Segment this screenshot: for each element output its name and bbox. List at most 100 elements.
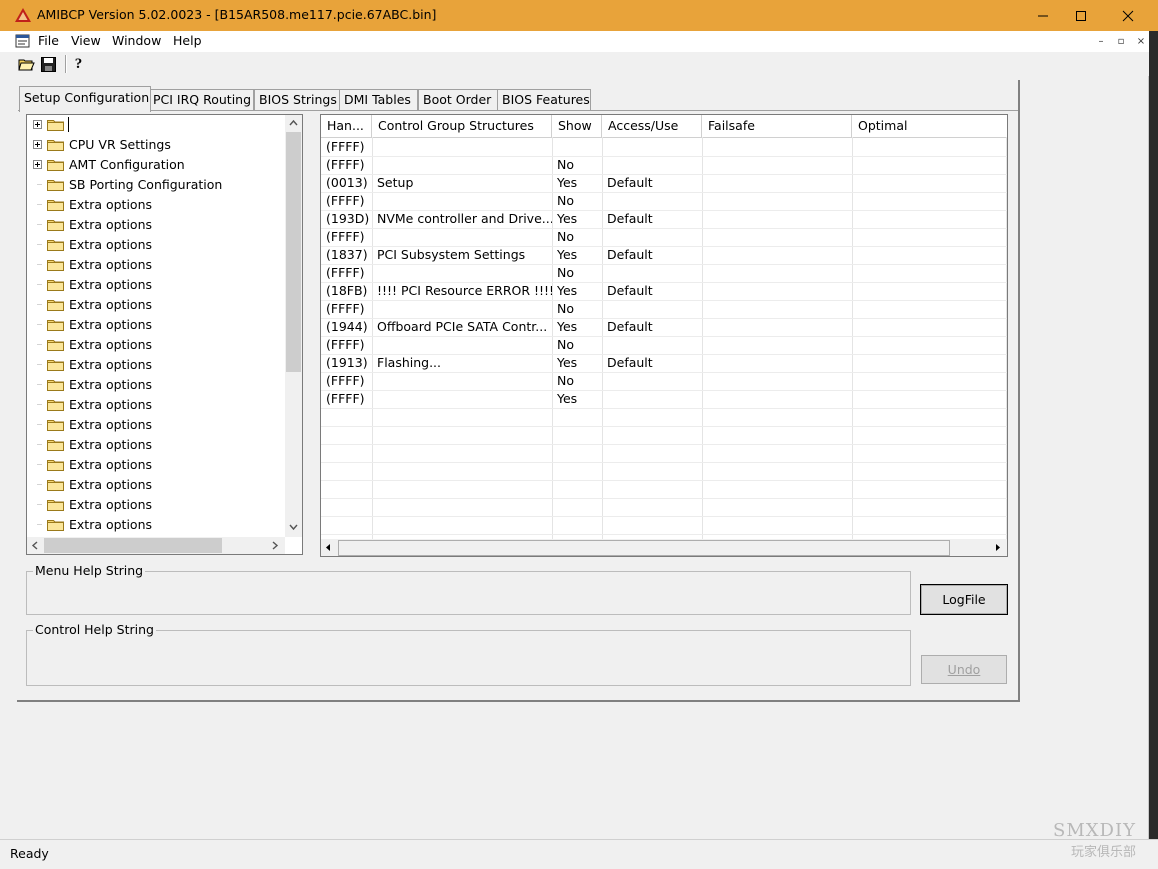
table-row[interactable]: (1837) PCI Subsystem Settings Yes Default [321,246,1007,265]
tree-item[interactable]: Extra options [27,495,285,515]
scroll-up-icon[interactable] [289,119,298,128]
scroll-left-icon[interactable] [324,543,333,552]
tab-dmi-tables[interactable]: DMI Tables [339,89,418,111]
cell-handle: (1913) [326,355,368,370]
mdi-minimize-button[interactable]: – [1094,35,1108,48]
column-header-optimal[interactable]: Optimal [852,115,1007,137]
menu-help[interactable]: Help [173,33,202,48]
tree-item[interactable]: Extra options [27,435,285,455]
tree-item[interactable]: Extra options [27,255,285,275]
cell-show: No [557,229,574,244]
save-button[interactable] [39,55,58,73]
table-row[interactable]: (FFFF) [321,138,1007,157]
expand-plus-icon[interactable] [33,140,42,149]
tab-boot-order[interactable]: Boot Order [418,89,499,111]
tree-item[interactable]: Extra options [27,455,285,475]
tree-item[interactable]: Extra options [27,275,285,295]
tree-item[interactable]: Extra options [27,395,285,415]
tab-setup-configuration[interactable]: Setup Configuration [19,86,151,112]
folder-icon [47,300,64,311]
column-header-handle[interactable]: Han... [321,115,372,137]
cell-failsafe [702,210,852,228]
table-row[interactable]: (FFFF) Yes [321,390,1007,409]
scroll-right-icon[interactable] [994,543,1003,552]
tab-bios-features[interactable]: BIOS Features [497,89,591,111]
table-row[interactable] [321,444,1007,463]
maximize-button[interactable] [1058,0,1104,31]
tree-item[interactable]: Extra options [27,515,285,535]
cell-access-use [602,300,702,318]
tree-item[interactable]: Extra options [27,315,285,335]
cell-handle: (1837) [326,247,368,262]
tree-item[interactable]: Extra options [27,375,285,395]
cell-optimal [852,282,1007,300]
tree-item[interactable]: Extra options [27,475,285,495]
table-row[interactable]: (FFFF) No [321,336,1007,355]
tree-item[interactable]: Extra options [27,355,285,375]
tree-item[interactable]: Extra options [27,235,285,255]
tree-horizontal-scrollbar[interactable] [27,537,285,554]
tree-vscroll-thumb[interactable] [286,132,301,372]
tree-item[interactable]: Extra options [27,335,285,355]
grid-horizontal-scrollbar[interactable] [321,539,1007,556]
tab-bios-strings[interactable]: BIOS Strings [254,89,341,111]
setup-tree-view[interactable]: CPU VR Settings AMT Configuration SB Porti… [26,114,303,555]
column-header-failsafe[interactable]: Failsafe [702,115,852,137]
tree-item[interactable]: Extra options [27,295,285,315]
mdi-restore-button[interactable]: ▫ [1114,35,1128,48]
logfile-button[interactable]: LogFile [920,584,1008,615]
tree-item[interactable]: AMT Configuration [27,155,285,175]
table-row[interactable]: (FFFF) No [321,372,1007,391]
child-window-icon[interactable] [15,33,31,49]
table-row[interactable]: (FFFF) No [321,300,1007,319]
folder-icon [47,360,64,371]
open-button[interactable] [17,55,36,73]
table-row[interactable] [321,480,1007,499]
expand-plus-icon[interactable] [33,120,42,129]
column-header-control-group[interactable]: Control Group Structures [372,115,552,137]
table-row[interactable]: (193D) NVMe controller and Drive... Yes Def… [321,210,1007,229]
help-button[interactable]: ? [69,55,88,73]
tree-item[interactable] [27,115,285,135]
table-row[interactable]: (FFFF) No [321,192,1007,211]
tree-item[interactable]: SB Porting Configuration [27,175,285,195]
cell-access-use: Default [607,283,653,298]
grid-hscroll-thumb[interactable] [338,540,950,556]
table-row[interactable]: (1913) Flashing... Yes Default [321,354,1007,373]
table-row[interactable] [321,408,1007,427]
tab-pci-irq-routing[interactable]: PCI IRQ Routing [148,89,254,111]
table-row[interactable]: (FFFF) No [321,264,1007,283]
folder-icon [47,120,64,131]
tree-item[interactable]: Extra options [27,195,285,215]
control-group-grid[interactable]: Han... Control Group Structures Show Acc… [320,114,1008,557]
table-row[interactable]: (1944) Offboard PCIe SATA Contr... Yes Defa… [321,318,1007,337]
table-row[interactable]: (0013) Setup Yes Default [321,174,1007,193]
cell-optimal [852,228,1007,246]
scroll-left-icon[interactable] [31,541,40,550]
tree-hscroll-thumb[interactable] [44,538,222,553]
menu-view[interactable]: View [71,33,101,48]
table-row[interactable] [321,516,1007,535]
mdi-close-button[interactable]: × [1134,35,1148,48]
table-row[interactable] [321,462,1007,481]
tree-item[interactable]: CPU VR Settings [27,135,285,155]
tree-vertical-scrollbar[interactable] [285,115,302,537]
column-header-access-use[interactable]: Access/Use [602,115,702,137]
table-row[interactable]: (FFFF) No [321,156,1007,175]
cell-failsafe [702,354,852,372]
table-row[interactable] [321,498,1007,517]
scroll-down-icon[interactable] [289,523,298,532]
title-bar[interactable]: AMIBCP Version 5.02.0023 - [B15AR508.me1… [0,0,1158,31]
table-row[interactable]: (18FB) !!!! PCI Resource ERROR !!!! Yes Def… [321,282,1007,301]
column-header-show[interactable]: Show [552,115,602,137]
table-row[interactable] [321,426,1007,445]
expand-plus-icon[interactable] [33,160,42,169]
menu-window[interactable]: Window [112,33,161,48]
tree-item[interactable]: Extra options [27,215,285,235]
undo-button[interactable]: Undo [921,655,1007,684]
table-row[interactable]: (FFFF) No [321,228,1007,247]
tree-item[interactable]: Extra options [27,415,285,435]
menu-file[interactable]: File [38,33,59,48]
close-button[interactable] [1105,0,1151,31]
scroll-right-icon[interactable] [271,541,280,550]
